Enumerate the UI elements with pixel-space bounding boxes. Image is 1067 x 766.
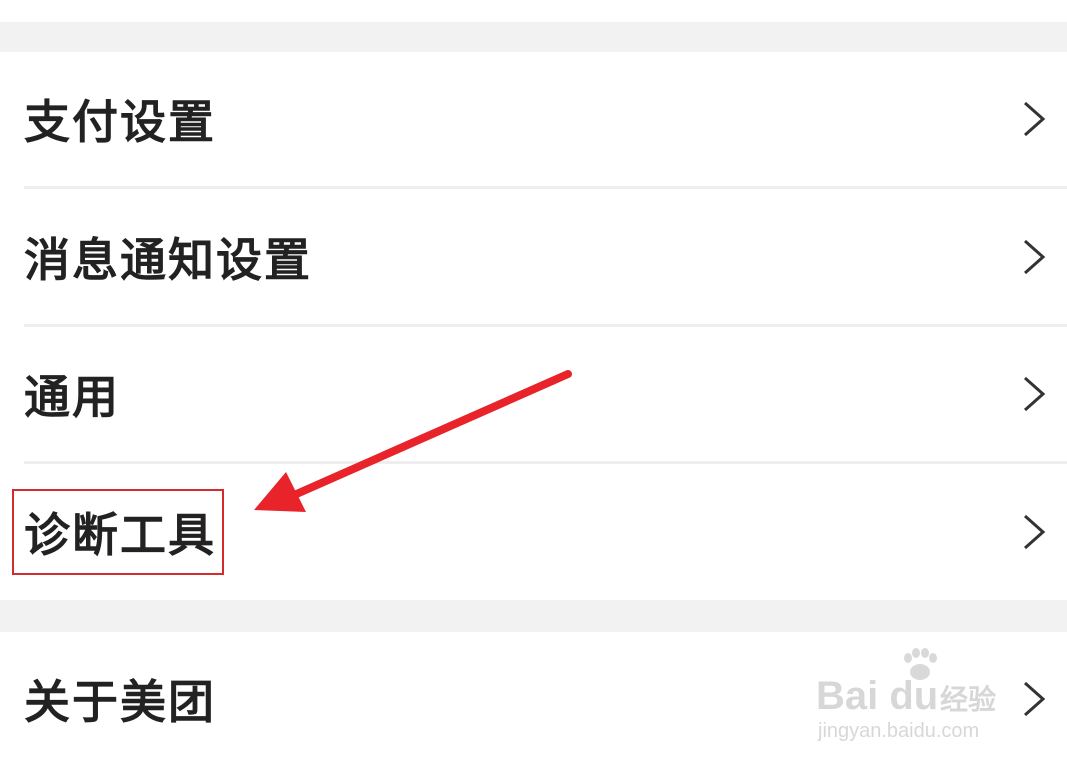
watermark-jingyan: 经验: [940, 683, 997, 716]
chevron-right-icon: [1024, 681, 1046, 717]
settings-row-general[interactable]: 通用: [0, 327, 1067, 461]
watermark-url: jingyan.baidu.com: [818, 720, 980, 742]
chevron-right-icon: [1024, 239, 1046, 274]
baidu-jingyan-watermark: Bai du 经验 jingyan.baidu.com: [816, 648, 1016, 748]
settings-row-payment[interactable]: 支付设置: [0, 52, 1067, 186]
highlight-box: [12, 489, 224, 575]
row-label: 关于美团: [24, 675, 216, 729]
chevron-right-icon: [1024, 101, 1046, 137]
watermark-brand: Bai du: [816, 674, 939, 718]
settings-row-notifications[interactable]: 消息通知设置: [0, 189, 1067, 324]
row-label: 消息通知设置: [24, 232, 312, 287]
top-section-remnant: [0, 0, 1067, 22]
row-label: 支付设置: [24, 95, 216, 149]
chevron-right-icon: [1024, 376, 1046, 412]
row-label: 通用: [24, 370, 120, 424]
chevron-right-icon: [1024, 514, 1046, 550]
